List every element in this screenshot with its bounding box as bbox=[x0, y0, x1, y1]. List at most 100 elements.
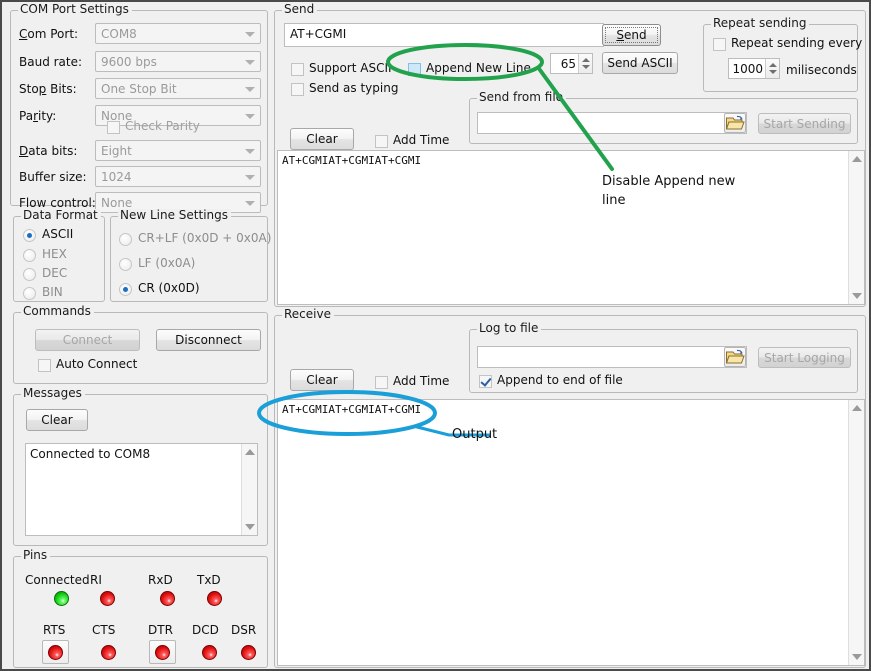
radio-hex-label: HEX bbox=[42, 248, 67, 261]
baud-rate-select[interactable]: 9600 bps bbox=[95, 51, 261, 72]
spinner-up-icon[interactable] bbox=[769, 63, 777, 67]
repeat-unit-label: miliseconds bbox=[786, 63, 857, 77]
disconnect-button[interactable]: Disconnect bbox=[156, 329, 261, 351]
pin-txd-led bbox=[207, 591, 222, 606]
ascii-code-spinner[interactable]: 65 bbox=[550, 53, 593, 74]
send-command-input[interactable]: AT+CGMI bbox=[284, 23, 604, 47]
stop-bits-select[interactable]: One Stop Bit bbox=[95, 78, 261, 99]
folder-open-icon bbox=[725, 348, 745, 366]
messages-scrollbar[interactable] bbox=[241, 444, 257, 535]
buffer-size-value: 1024 bbox=[101, 169, 132, 185]
chevron-down-icon bbox=[245, 149, 255, 154]
buffer-size-select[interactable]: 1024 bbox=[95, 166, 261, 187]
connect-button[interactable]: Connect bbox=[35, 329, 140, 351]
connect-label: Connect bbox=[63, 334, 113, 346]
send-title: Send bbox=[282, 3, 317, 15]
scroll-up-icon[interactable] bbox=[245, 449, 255, 455]
data-bits-select[interactable]: Eight bbox=[95, 140, 261, 161]
send-clear-button[interactable]: Clear bbox=[290, 128, 354, 150]
receive-output-area[interactable]: AT+CGMIAT+CGMIAT+CGMI bbox=[277, 399, 865, 666]
messages-clear-button[interactable]: Clear bbox=[26, 409, 88, 431]
pin-rxd-led bbox=[160, 591, 175, 606]
pins-title: Pins bbox=[21, 549, 50, 561]
append-new-line-label: Append New Line bbox=[426, 62, 531, 75]
send-history-area[interactable]: AT+CGMIAT+CGMIAT+CGMI bbox=[277, 150, 865, 305]
folder-open-icon bbox=[725, 114, 745, 132]
scroll-down-icon[interactable] bbox=[852, 293, 862, 299]
radio-bin-circle bbox=[23, 287, 36, 300]
pin-dcd-label: DCD bbox=[192, 623, 219, 637]
log-to-file-path-input[interactable] bbox=[477, 346, 747, 368]
parity-label: Parity: bbox=[19, 109, 56, 123]
spinner-down-icon[interactable] bbox=[769, 70, 777, 74]
pin-dsr-label: DSR bbox=[231, 623, 256, 637]
radio-lf-label: LF (0x0A) bbox=[138, 257, 195, 270]
send-from-file-path-input[interactable] bbox=[477, 112, 747, 134]
pin-ri-label: RI bbox=[90, 573, 102, 587]
baud-rate-label: Baud rate: bbox=[19, 55, 82, 69]
check-parity-box bbox=[107, 121, 120, 134]
radio-hex-circle bbox=[23, 249, 36, 262]
ascii-code-value: 65 bbox=[561, 56, 576, 72]
scroll-up-icon[interactable] bbox=[852, 405, 862, 411]
send-group: Send AT+CGMI Send 65 Send ASCII Support … bbox=[274, 10, 866, 307]
receive-clear-button[interactable]: Clear bbox=[290, 369, 354, 391]
send-history-scrollbar[interactable] bbox=[848, 151, 864, 304]
send-history-text: AT+CGMIAT+CGMIAT+CGMI bbox=[282, 154, 844, 168]
radio-cr-label: CR (0x0D) bbox=[138, 282, 200, 295]
start-logging-button[interactable]: Start Logging bbox=[758, 347, 851, 368]
radio-dec-circle bbox=[23, 268, 36, 281]
scroll-up-icon[interactable] bbox=[852, 156, 862, 162]
spinner-down-icon[interactable] bbox=[582, 65, 590, 69]
messages-log-area[interactable]: Connected to COM8 bbox=[25, 443, 258, 536]
receive-scrollbar[interactable] bbox=[848, 400, 864, 665]
send-as-typing-label: Send as typing bbox=[309, 82, 398, 95]
scroll-down-icon[interactable] bbox=[245, 524, 255, 530]
append-new-line-box bbox=[408, 63, 421, 76]
com-port-select[interactable]: COM8 bbox=[95, 23, 261, 44]
send-button[interactable]: Send bbox=[602, 24, 661, 46]
messages-group: Messages Clear Connected to COM8 bbox=[13, 394, 268, 546]
pin-connected-label: Connected bbox=[25, 573, 90, 587]
auto-connect-box bbox=[38, 359, 51, 372]
send-ascii-button[interactable]: Send ASCII bbox=[602, 52, 678, 74]
com-port-label: Com Port: bbox=[19, 27, 78, 41]
data-bits-value: Eight bbox=[101, 143, 132, 159]
commands-group: Commands Connect Disconnect Auto Connect bbox=[13, 312, 268, 384]
receive-title: Receive bbox=[282, 308, 334, 320]
messages-title: Messages bbox=[21, 387, 85, 399]
scroll-down-icon[interactable] bbox=[852, 654, 862, 660]
send-from-file-browse-button[interactable] bbox=[724, 113, 746, 133]
radio-ascii-label: ASCII bbox=[42, 228, 73, 241]
pin-dtr-label: DTR bbox=[148, 623, 173, 637]
spinner-buttons[interactable] bbox=[578, 54, 592, 73]
log-to-file-browse-button[interactable] bbox=[724, 347, 746, 367]
repeat-sending-group: Repeat sending Repeat sending every 1000… bbox=[703, 24, 858, 92]
new-line-settings-group: New Line Settings CR+LF (0x0D + 0x0A) LF… bbox=[110, 216, 268, 302]
chevron-down-icon bbox=[245, 114, 255, 119]
check-parity-label: Check Parity bbox=[125, 120, 200, 133]
stop-bits-label: Stop Bits: bbox=[19, 82, 77, 96]
repeat-interval-value: 1000 bbox=[732, 61, 763, 77]
radio-crlf-circle bbox=[119, 233, 132, 246]
com-port-settings-title: COM Port Settings bbox=[18, 3, 132, 15]
messages-log-text: Connected to COM8 bbox=[30, 447, 237, 461]
chevron-down-icon bbox=[245, 175, 255, 180]
receive-add-time-box bbox=[375, 376, 388, 389]
commands-title: Commands bbox=[21, 305, 94, 317]
receive-output-text: AT+CGMIAT+CGMIAT+CGMI bbox=[282, 403, 844, 417]
start-sending-button[interactable]: Start Sending bbox=[758, 113, 851, 134]
disconnect-label: Disconnect bbox=[175, 334, 242, 346]
repeat-interval-spinner[interactable]: 1000 bbox=[728, 58, 780, 79]
spinner-up-icon[interactable] bbox=[582, 58, 590, 62]
pin-dsr-led bbox=[241, 645, 256, 660]
repeat-sending-title: Repeat sending bbox=[711, 17, 809, 29]
repeat-spinner-buttons[interactable] bbox=[765, 59, 779, 78]
send-from-file-title: Send from file bbox=[477, 91, 566, 103]
radio-cr-circle bbox=[119, 283, 132, 296]
auto-connect-label: Auto Connect bbox=[56, 358, 137, 371]
chevron-down-icon bbox=[245, 201, 255, 206]
pin-cts-label: CTS bbox=[92, 623, 115, 637]
com-port-value: COM8 bbox=[101, 26, 137, 42]
pin-rts-led bbox=[48, 645, 63, 660]
